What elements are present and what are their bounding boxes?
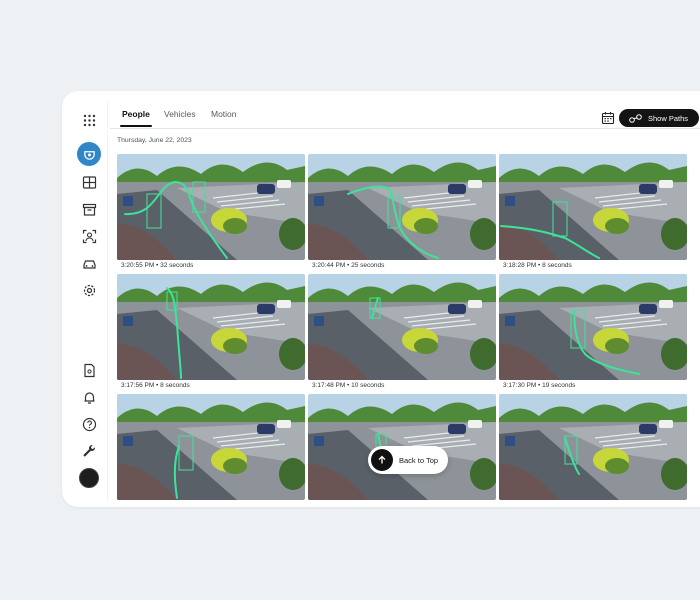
clip-caption: 3:17:30 PM • 19 seconds [503, 382, 576, 389]
clip-card[interactable]: 3:18:28 PM • 8 seconds [499, 154, 687, 272]
clip-card[interactable]: 3:20:55 PM • 32 seconds [117, 154, 305, 272]
tab-motion[interactable]: Motion [209, 107, 239, 127]
clip-caption: 3:18:28 PM • 8 seconds [503, 262, 572, 269]
clip-caption [308, 500, 496, 507]
app-window: People Vehicles Motion Show Paths Thursd… [62, 91, 700, 507]
clip-card[interactable]: 3:17:56 PM • 8 seconds [117, 274, 305, 392]
wrench-icon[interactable] [77, 439, 101, 463]
clip-thumbnail[interactable] [499, 274, 687, 380]
grid-dots-icon[interactable] [77, 108, 101, 132]
clip-caption [499, 500, 687, 507]
back-to-top-label: Back to Top [399, 455, 439, 465]
clip-card[interactable]: 3:17:30 PM • 19 seconds [499, 274, 687, 392]
clip-thumbnail[interactable] [117, 274, 305, 380]
show-paths-label: Show Paths [648, 113, 689, 123]
paths-icon [629, 113, 642, 123]
tab-underline-divider [110, 128, 700, 129]
clip-caption: 3:20:55 PM • 32 seconds [121, 262, 194, 269]
clip-caption: 3:17:48 PM • 10 seconds [312, 382, 385, 389]
clip-thumbnail[interactable] [308, 154, 496, 260]
sidebar-divider [107, 101, 108, 501]
settings-icon[interactable] [77, 278, 101, 302]
show-paths-button[interactable]: Show Paths [619, 109, 699, 127]
archive-icon[interactable] [77, 197, 101, 221]
camera-icon[interactable] [77, 142, 101, 166]
document-icon[interactable] [77, 358, 101, 382]
clip-card[interactable]: 3:17:48 PM • 10 seconds [308, 274, 496, 392]
clip-caption [117, 500, 305, 507]
clip-card[interactable] [117, 394, 305, 507]
sidebar [70, 106, 108, 496]
tab-vehicles[interactable]: Vehicles [162, 107, 198, 127]
date-heading: Thursday, June 22, 2023 [117, 137, 192, 144]
avatar[interactable] [79, 468, 99, 488]
face-scan-icon[interactable] [77, 224, 101, 248]
clip-thumbnail[interactable] [499, 154, 687, 260]
car-icon[interactable] [77, 251, 101, 275]
clip-thumbnail[interactable] [308, 274, 496, 380]
clip-thumbnail[interactable] [117, 394, 305, 500]
back-to-top-button[interactable]: Back to Top [368, 446, 448, 474]
arrow-up-icon [371, 449, 393, 471]
clip-caption: 3:17:56 PM • 8 seconds [121, 382, 190, 389]
clip-card[interactable]: 3:20:44 PM • 25 seconds [308, 154, 496, 272]
clip-thumbnail[interactable] [499, 394, 687, 500]
calendar-icon[interactable] [601, 111, 615, 125]
clip-caption: 3:20:44 PM • 25 seconds [312, 262, 385, 269]
clip-thumbnail[interactable] [117, 154, 305, 260]
bell-icon[interactable] [77, 385, 101, 409]
layout-icon[interactable] [77, 170, 101, 194]
clip-card[interactable] [499, 394, 687, 507]
help-icon[interactable] [77, 412, 101, 436]
tab-people[interactable]: People [120, 107, 152, 127]
